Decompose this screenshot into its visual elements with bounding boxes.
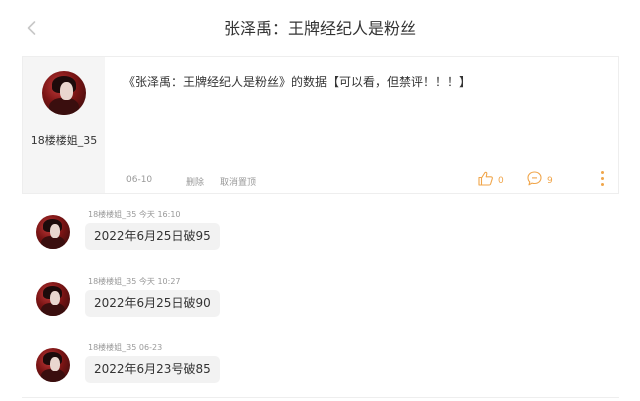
post-text: 《张泽禹：王牌经纪人是粉丝》的数据【可以看，但禁评！！！】 <box>123 75 472 89</box>
reply-time: 今天 10:27 <box>138 277 181 286</box>
avatar[interactable] <box>36 282 70 316</box>
more-vertical-icon[interactable] <box>599 171 605 189</box>
like-count: 0 <box>498 175 504 186</box>
header: 张泽禹：王牌经纪人是粉丝 <box>0 0 640 56</box>
post-author-panel: 18楼楼姐_35 <box>23 57 105 193</box>
comment-button[interactable]: 9 <box>526 170 553 191</box>
avatar[interactable] <box>42 71 86 115</box>
reply-username[interactable]: 18楼楼姐_35 <box>88 210 136 219</box>
unpin-button[interactable]: 取消置顶 <box>220 175 256 188</box>
reply-username[interactable]: 18楼楼姐_35 <box>88 343 136 352</box>
like-button[interactable]: 0 <box>477 170 504 191</box>
comment-icon <box>526 170 543 191</box>
thumbs-up-icon <box>477 170 494 191</box>
delete-button[interactable]: 删除 <box>186 175 204 188</box>
avatar[interactable] <box>36 348 70 382</box>
list-item: 18楼楼姐_35 今天 10:27 2022年6月25日破90 <box>0 276 640 336</box>
divider <box>22 397 619 398</box>
page-title: 张泽禹：王牌经纪人是粉丝 <box>223 19 416 38</box>
post-date: 06-10 <box>126 175 153 185</box>
comment-count: 9 <box>547 175 553 186</box>
reply-time: 今天 16:10 <box>138 210 181 219</box>
page: 张泽禹：王牌经纪人是粉丝 18楼楼姐_35 《张泽禹：王牌经纪人是粉丝》的数据【… <box>0 0 640 401</box>
post-username[interactable]: 18楼楼姐_35 <box>23 132 105 148</box>
reply-meta: 18楼楼姐_35 今天 10:27 <box>88 276 181 287</box>
reply-bubble: 2022年6月25日破90 <box>85 290 220 317</box>
reply-bubble: 2022年6月25日破95 <box>85 223 220 250</box>
post-card: 18楼楼姐_35 《张泽禹：王牌经纪人是粉丝》的数据【可以看，但禁评！！！】 0… <box>22 56 619 194</box>
avatar[interactable] <box>36 215 70 249</box>
reply-meta: 18楼楼姐_35 今天 16:10 <box>88 209 181 220</box>
reply-username[interactable]: 18楼楼姐_35 <box>88 277 136 286</box>
list-item: 18楼楼姐_35 今天 16:10 2022年6月25日破95 <box>0 209 640 269</box>
reply-bubble: 2022年6月23号破85 <box>85 356 220 383</box>
list-item: 18楼楼姐_35 06-23 2022年6月23号破85 <box>0 342 640 401</box>
reply-time: 06-23 <box>138 343 163 352</box>
reply-meta: 18楼楼姐_35 06-23 <box>88 342 162 353</box>
